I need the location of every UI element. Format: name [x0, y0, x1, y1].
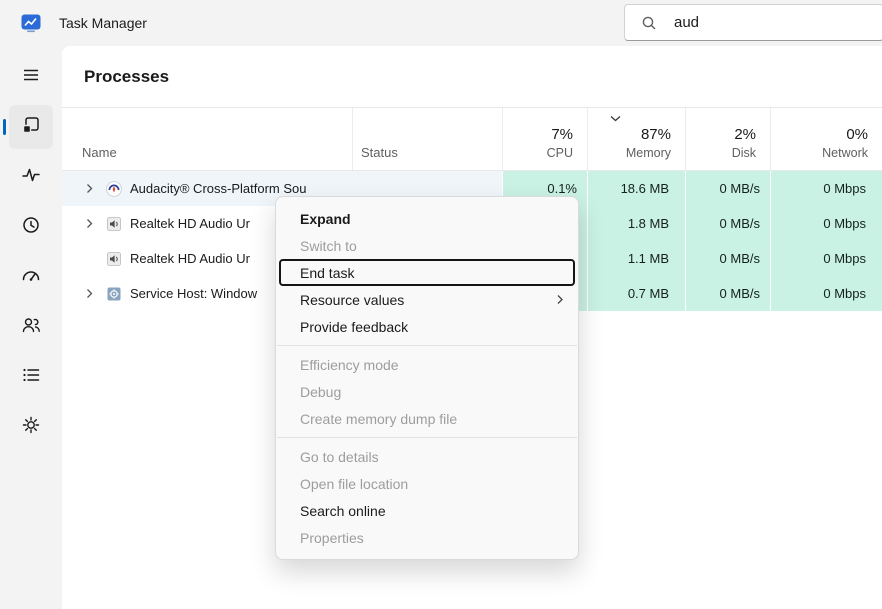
search-box[interactable] [624, 4, 882, 41]
menu-separator [277, 345, 577, 346]
sidebar-item-navigation-menu[interactable] [9, 55, 53, 99]
memory-cell: 0.7 MB [587, 276, 685, 311]
details-icon [21, 365, 41, 390]
users-icon [21, 315, 41, 340]
context-menu: Expand Switch to End task Resource value… [275, 196, 579, 560]
menu-separator [277, 437, 577, 438]
disk-cell: 0 MB/s [685, 206, 770, 241]
network-cell: 0 Mbps [770, 276, 882, 311]
memory-cell: 1.8 MB [587, 206, 685, 241]
process-name: Realtek HD Audio Ur [130, 216, 250, 231]
search-icon [641, 15, 657, 31]
realtek-audio-icon [106, 251, 122, 267]
menu-item-debug: Debug [276, 378, 578, 405]
menu-item-expand[interactable]: Expand [276, 205, 578, 232]
menu-item-resource-values[interactable]: Resource values [276, 286, 578, 313]
process-name: Realtek HD Audio Ur [130, 251, 250, 266]
page-title: Processes [84, 67, 169, 87]
menu-item-go-to-details: Go to details [276, 443, 578, 470]
sidebar-item-performance[interactable] [9, 155, 53, 199]
network-total-percent: 0% [846, 126, 868, 143]
sidebar-item-app-history[interactable] [9, 205, 53, 249]
search-input[interactable] [672, 13, 882, 32]
process-table-header: Name Status 7% CPU 87% Memory 2% Disk 0%… [62, 108, 882, 171]
hamburger-menu-icon [22, 66, 40, 89]
submenu-chevron-right-icon [557, 294, 564, 305]
performance-icon [21, 165, 41, 190]
page-header: Processes [62, 46, 882, 108]
chevron-right-icon[interactable] [86, 288, 98, 299]
audacity-icon [106, 181, 122, 197]
process-name: Service Host: Window [130, 286, 257, 301]
titlebar: Task Manager [0, 0, 882, 46]
column-header-network[interactable]: 0% Network [770, 108, 882, 170]
sidebar [0, 46, 62, 609]
sidebar-item-users[interactable] [9, 305, 53, 349]
network-cell: 0 Mbps [770, 206, 882, 241]
processes-icon [21, 115, 41, 140]
menu-item-open-file-location: Open file location [276, 470, 578, 497]
disk-cell: 0 MB/s [685, 276, 770, 311]
column-header-memory[interactable]: 87% Memory [587, 108, 685, 170]
menu-item-end-task[interactable]: End task [279, 259, 575, 286]
menu-item-create-memory-dump-file: Create memory dump file [276, 405, 578, 432]
network-cell: 0 Mbps [770, 171, 882, 206]
memory-cell: 1.1 MB [587, 241, 685, 276]
sort-descending-icon [610, 115, 621, 122]
menu-item-properties: Properties [276, 524, 578, 551]
disk-cell: 0 MB/s [685, 241, 770, 276]
realtek-audio-icon [106, 216, 122, 232]
app-history-icon [21, 215, 41, 240]
window-title: Task Manager [59, 15, 147, 31]
disk-total-percent: 2% [734, 126, 756, 143]
task-manager-app-icon [20, 12, 42, 34]
services-icon [21, 415, 41, 440]
chevron-right-icon[interactable] [86, 183, 98, 194]
disk-cell: 0 MB/s [685, 171, 770, 206]
service-host-icon [106, 286, 122, 302]
column-header-disk[interactable]: 2% Disk [685, 108, 770, 170]
startup-apps-icon [21, 265, 41, 290]
sidebar-item-processes[interactable] [9, 105, 53, 149]
memory-total-percent: 87% [641, 126, 671, 143]
network-cell: 0 Mbps [770, 241, 882, 276]
menu-item-provide-feedback[interactable]: Provide feedback [276, 313, 578, 340]
memory-cell: 18.6 MB [587, 171, 685, 206]
sidebar-item-startup-apps[interactable] [9, 255, 53, 299]
process-name: Audacity® Cross-Platform Sou [130, 181, 306, 196]
column-header-status[interactable]: Status [352, 108, 502, 170]
cpu-total-percent: 7% [551, 126, 573, 143]
column-header-cpu[interactable]: 7% CPU [502, 108, 587, 170]
sidebar-item-services[interactable] [9, 405, 53, 449]
menu-item-switch-to: Switch to [276, 232, 578, 259]
column-header-name[interactable]: Name [62, 108, 352, 170]
sidebar-item-details[interactable] [9, 355, 53, 399]
menu-item-efficiency-mode: Efficiency mode [276, 351, 578, 378]
chevron-right-icon[interactable] [86, 218, 98, 229]
menu-item-search-online[interactable]: Search online [276, 497, 578, 524]
